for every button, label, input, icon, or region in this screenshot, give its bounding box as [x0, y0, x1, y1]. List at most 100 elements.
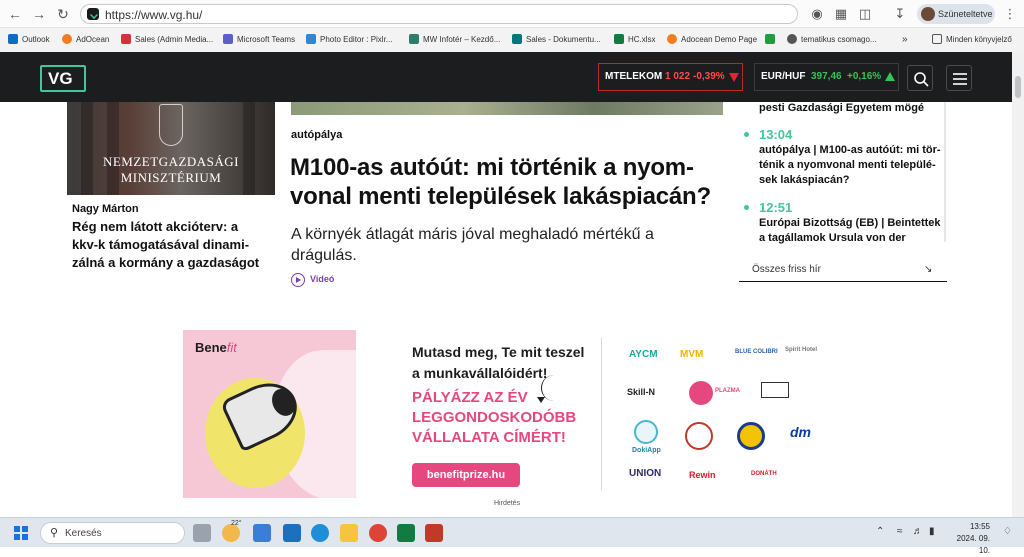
bookmark-outlook[interactable]: Outlook	[8, 34, 50, 46]
ticker-eurhuf[interactable]: EUR/HUF 397,46 +0,16%	[754, 63, 899, 91]
ticker-mtelekom[interactable]: MTELEKOM 1 022 -0,39%	[598, 63, 743, 91]
feed-item-text[interactable]: ténik a nyomvonal menti települé-	[759, 159, 936, 171]
extensions-icon[interactable]: ◫	[857, 6, 873, 22]
bookmark-adocean[interactable]: AdOcean	[62, 34, 109, 46]
bookmark-label: AdOcean	[76, 35, 110, 44]
clock-date: 2024. 09. 10.	[956, 534, 990, 555]
url-text[interactable]: https://www.vg.hu/	[105, 8, 202, 22]
teams-icon	[223, 34, 233, 44]
page-scrollbar[interactable]	[1012, 52, 1024, 517]
feed-scroll-track	[944, 102, 946, 242]
bookmark-all-folder[interactable]: Minden könyvjelző	[932, 34, 1012, 46]
bookmark-sales-docs[interactable]: Sales - Dokumentu...	[512, 34, 601, 46]
bookmarks-more-label: »	[902, 34, 908, 45]
feed-item-text[interactable]: autópálya | M100-as autóút: mi tör-	[759, 144, 941, 156]
ad-headline: LEGGONDOSKODÓBB	[412, 409, 577, 426]
taskbar-search-input[interactable]: ⚲ Keresés	[40, 522, 185, 544]
feed-dot-icon	[744, 132, 749, 137]
speaker-icon[interactable]: ♬	[913, 526, 923, 537]
dokiapp-logo-icon	[634, 420, 658, 444]
windows-start-icon[interactable]	[14, 526, 28, 540]
left-article-image[interactable]: NEMZETGAZDASÁGI MINISZTÉRIUM	[67, 102, 275, 195]
article-category[interactable]: autópálya	[291, 129, 342, 141]
ad-label: Hirdetés	[494, 500, 521, 507]
globe-icon	[787, 34, 797, 44]
calculator-icon[interactable]	[253, 524, 271, 542]
reload-icon[interactable]: ↻	[54, 5, 72, 23]
bookmark-tematikus[interactable]: tematikus csomago...	[787, 34, 877, 46]
profile-label: Szüneteltetve	[938, 9, 993, 19]
bookmark-sales-admin[interactable]: Sales (Admin Media...	[121, 34, 213, 46]
search-button[interactable]	[907, 65, 933, 91]
sales-icon	[121, 34, 131, 44]
ad-cta-button[interactable]: benefitprize.hu	[412, 463, 520, 487]
article-title-line[interactable]: Rég nem látott akcióterv: a	[72, 219, 238, 234]
download-icon[interactable]: ↧	[892, 6, 908, 22]
arrow-up-icon	[885, 72, 895, 81]
camera-icon[interactable]: ◉	[809, 6, 825, 22]
sharepoint-icon	[512, 34, 522, 44]
logo-text: VG	[48, 69, 73, 88]
article-author[interactable]: Nagy Márton	[72, 203, 139, 215]
bookmark-teams[interactable]: Microsoft Teams	[223, 34, 295, 46]
bookmark-adocean-demo[interactable]: Adocean Demo Page	[667, 34, 757, 46]
dokiapp-logo: DokiApp	[632, 447, 661, 454]
wifi-icon[interactable]: ≈	[897, 526, 903, 537]
image-caption-line: MINISZTÉRIUM	[120, 170, 222, 185]
feed-item-text[interactable]: sek lakáspiacán?	[759, 174, 850, 186]
task-view-icon[interactable]	[193, 524, 211, 542]
bookmark-mw-infoter[interactable]: MW Infotér – Kezdő...	[409, 34, 500, 46]
bookmarks-more-icon[interactable]: »	[902, 34, 908, 46]
taskbar-clock[interactable]: 13:55 2024. 09. 10.	[948, 521, 990, 557]
main-article-title-line[interactable]: M100-as autóút: mi történik a nyom-	[290, 154, 694, 182]
snipping-tool-icon[interactable]	[425, 524, 443, 542]
article-title-line[interactable]: kkv-k támogatásával dinami-	[72, 237, 249, 252]
qr-icon[interactable]: ▦	[833, 6, 849, 22]
more-icon[interactable]: ⋮	[1002, 6, 1018, 22]
curved-arrow-icon	[537, 375, 555, 403]
advertisement-banner[interactable]: Benefit Mutasd meg, Te mit teszel a munk…	[183, 330, 835, 498]
aycm-logo: AYCM	[629, 349, 658, 360]
article-title-line[interactable]: zálná a kormány a gazdaságot	[72, 255, 259, 270]
battery-icon[interactable]: ▮	[929, 526, 935, 537]
bookmark-plus[interactable]	[765, 34, 779, 46]
browser-toolbar: ← → ↻ https://www.vg.hu/ ◉ ▦ ◫ ↧ Szünete…	[0, 0, 1024, 28]
main-article-image[interactable]	[291, 102, 723, 115]
ad-image: Benefit	[183, 330, 356, 498]
folder-icon	[932, 34, 942, 44]
chrome-icon[interactable]	[369, 524, 387, 542]
edge-icon[interactable]	[311, 524, 329, 542]
address-bar[interactable]: https://www.vg.hu/	[80, 4, 798, 24]
bookmark-label: Photo Editor : Pixlr...	[320, 35, 393, 44]
all-news-link[interactable]: Összes friss hír ↘	[739, 262, 947, 282]
spirit-hotel-logo: Spirit Hotel	[785, 347, 818, 353]
main-article-title-line[interactable]: vonal menti települések lakáspiacán?	[290, 183, 711, 211]
profile-button[interactable]: Szüneteltetve	[917, 4, 995, 24]
arrow-down-icon	[729, 73, 739, 82]
bookmark-hc-xlsx[interactable]: HC.xlsx	[614, 34, 656, 46]
notification-icon[interactable]: ♢	[1003, 526, 1012, 537]
notepad-icon[interactable]	[283, 524, 301, 542]
browser-chrome: ← → ↻ https://www.vg.hu/ ◉ ▦ ◫ ↧ Szünete…	[0, 0, 1024, 52]
bookmarks-bar: Outlook AdOcean Sales (Admin Media... Mi…	[0, 29, 1024, 51]
bookmark-label: Sales (Admin Media...	[135, 35, 214, 44]
scrollbar-thumb[interactable]	[1015, 76, 1021, 98]
bookmark-pixlr[interactable]: Photo Editor : Pixlr...	[306, 34, 392, 46]
menu-button[interactable]	[946, 65, 972, 91]
bookmark-label: HC.xlsx	[628, 35, 656, 44]
feed-dot-icon	[744, 205, 749, 210]
back-icon[interactable]: ←	[6, 5, 24, 23]
adocean-icon	[62, 34, 72, 44]
chevron-up-icon[interactable]: ⌃	[876, 526, 884, 537]
feed-item-text[interactable]: Európai Bizottság (EB) | Beintettek	[759, 217, 941, 229]
bookmark-label: Minden könyvjelző	[946, 35, 1012, 44]
file-explorer-icon[interactable]	[340, 524, 358, 542]
vg-logo[interactable]: VG	[40, 65, 86, 92]
excel-icon[interactable]	[397, 524, 415, 542]
benefit-logo: Benefit	[195, 340, 237, 355]
feed-item-text[interactable]: a tagállamok Ursula von der	[759, 232, 906, 244]
adocean-icon	[667, 34, 677, 44]
forward-icon[interactable]: →	[30, 5, 48, 23]
bookmark-label: tematikus csomago...	[801, 35, 877, 44]
feed-item-text[interactable]: pesti Gazdasági Egyetem mögé	[759, 102, 924, 114]
